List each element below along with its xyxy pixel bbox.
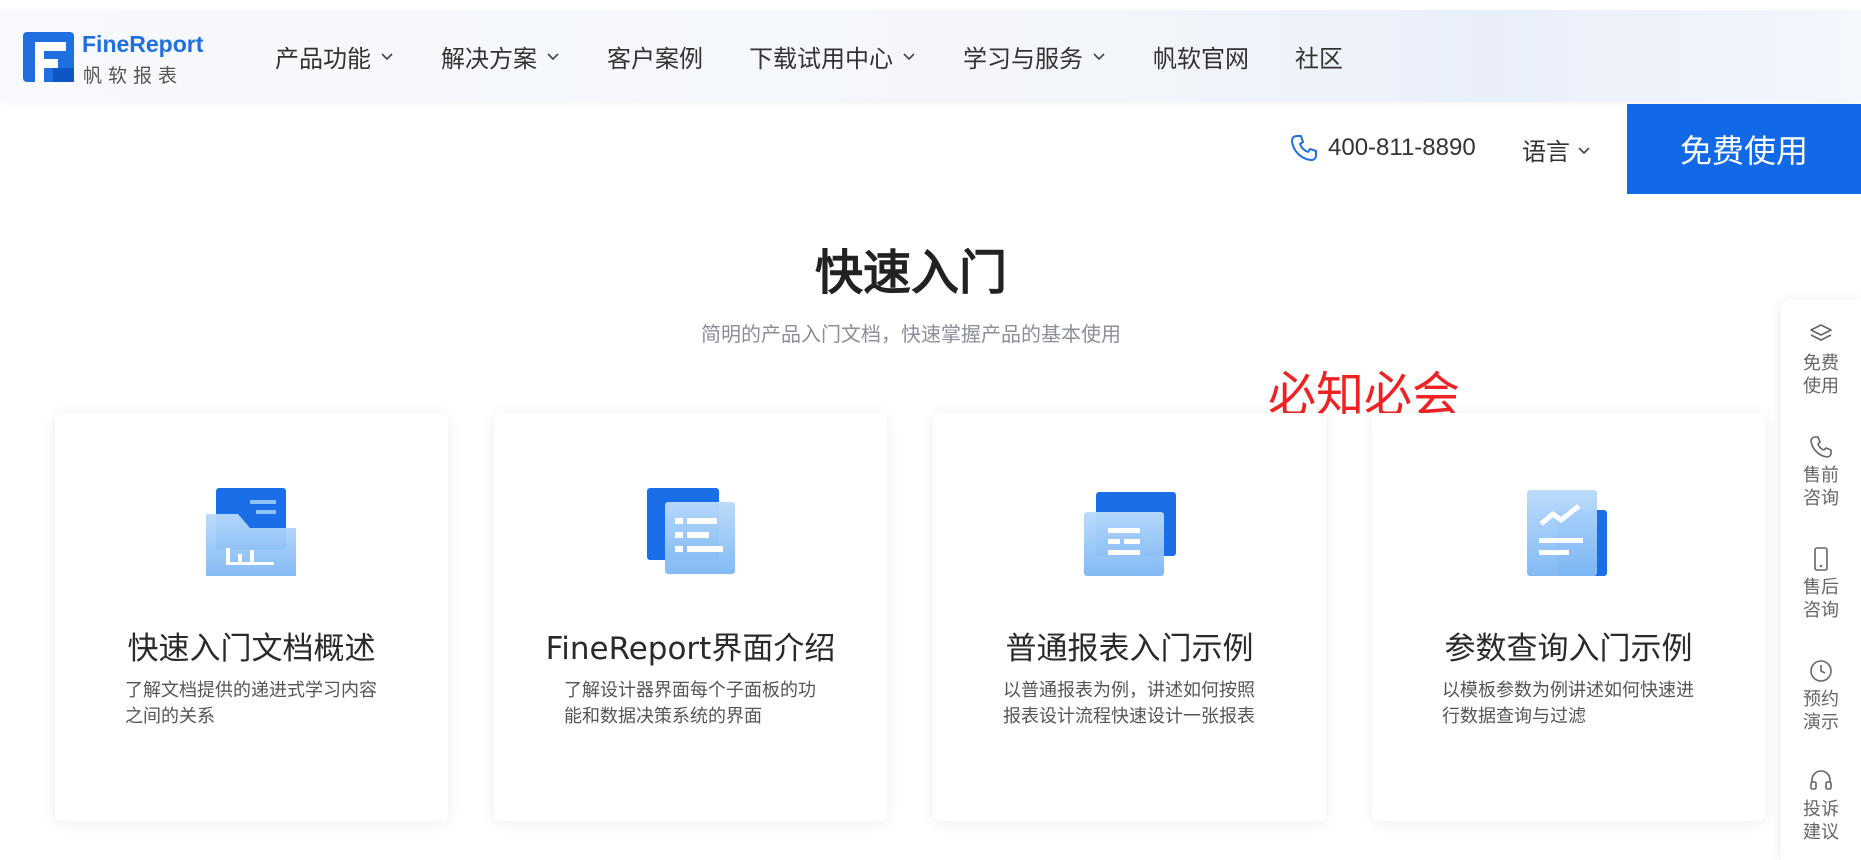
phone-icon: [1810, 436, 1832, 458]
language-selector[interactable]: 语言: [1522, 132, 1592, 167]
card-description: 了解设计器界面每个子面板的功能和数据决策系统的界面: [564, 680, 816, 727]
nav-item-label: 产品功能: [275, 44, 371, 73]
chevron-down-icon: [381, 53, 393, 61]
nav-item-label: 学习与服务: [963, 44, 1083, 73]
nav-item-cases[interactable]: 客户案例: [607, 39, 703, 74]
chevron-down-icon: [1093, 53, 1105, 61]
card-title: 参数查询入门示例: [1444, 631, 1693, 667]
main-nav: 产品功能 解决方案 客户案例 下载试用中心 学习与服务 帆软官网 社区: [275, 10, 1389, 102]
sidebar-item-label: 售后咨询: [1803, 577, 1839, 621]
nav-item-label: 解决方案: [441, 44, 537, 73]
sidebar-item-label: 售前咨询: [1803, 465, 1839, 509]
card-title: FineReport界面介绍: [545, 631, 836, 667]
interface-list-icon: [646, 488, 735, 574]
nav-item-solutions[interactable]: 解决方案: [441, 39, 561, 74]
phone-icon: [1291, 135, 1317, 161]
nav-item-community[interactable]: 社区: [1295, 39, 1343, 74]
nav-item-label: 帆软官网: [1153, 44, 1249, 73]
top-navigation: FineReport 帆软报表 产品功能 解决方案 客户案例 下载试用中心 学习…: [0, 10, 1861, 102]
logo-name-en: FineReport: [82, 31, 204, 57]
floating-sidebar: 免费使用 售前咨询 售后咨询 预约演示 投诉建议: [1781, 300, 1861, 860]
sidebar-item-label: 预约演示: [1803, 689, 1839, 733]
phone-number: 400-811-8890: [1328, 134, 1476, 161]
finereport-logo-icon: [23, 32, 74, 82]
headset-icon: [1810, 770, 1832, 790]
card-title: 普通报表入门示例: [1005, 631, 1254, 667]
card-report-example[interactable]: 普通报表入门示例 以普通报表为例，讲述如何按照报表设计流程快速设计一张报表: [933, 413, 1326, 821]
document-chart-icon: [205, 488, 296, 576]
sidebar-item-label: 投诉建议: [1803, 799, 1839, 843]
nav-item-learning[interactable]: 学习与服务: [963, 39, 1107, 74]
sidebar-item-presales[interactable]: 售前咨询: [1781, 434, 1861, 510]
card-parameter-query[interactable]: 参数查询入门示例 以模板参数为例讲述如何快速进行数据查询与过滤: [1372, 413, 1765, 821]
sidebar-item-free-trial[interactable]: 免费使用: [1781, 322, 1861, 398]
nav-item-product[interactable]: 产品功能: [275, 39, 395, 74]
nav-item-official-site[interactable]: 帆软官网: [1153, 39, 1249, 74]
card-description: 以模板参数为例讲述如何快速进行数据查询与过滤: [1442, 680, 1694, 727]
chevron-down-icon: [903, 53, 915, 61]
sidebar-item-label: 免费使用: [1803, 353, 1839, 397]
parameter-query-icon: [1526, 490, 1607, 576]
logo-name-cn: 帆软报表: [83, 65, 184, 87]
nav-item-download[interactable]: 下载试用中心: [749, 39, 917, 74]
nav-item-label: 社区: [1295, 44, 1343, 73]
nav-item-label: 客户案例: [607, 44, 703, 73]
page-subtitle: 简明的产品入门文档，快速掌握产品的基本使用: [701, 322, 1121, 346]
language-label: 语言: [1522, 138, 1570, 166]
phone-contact[interactable]: 400-811-8890: [1288, 132, 1476, 164]
chevron-down-icon: [547, 53, 559, 61]
nav-item-label: 下载试用中心: [749, 44, 893, 73]
card-quickstart-overview[interactable]: 快速入门文档概述 了解文档提供的递进式学习内容之间的关系: [55, 413, 448, 821]
logo[interactable]: FineReport 帆软报表: [23, 31, 204, 87]
layers-icon: [1810, 324, 1832, 341]
card-title: 快速入门文档概述: [127, 631, 376, 667]
card-interface-intro[interactable]: FineReport界面介绍 了解设计器界面每个子面板的功能和数据决策系统的界面: [494, 413, 887, 821]
page-title: 快速入门: [814, 245, 1007, 301]
sidebar-item-feedback[interactable]: 投诉建议: [1781, 768, 1861, 844]
chevron-down-icon: [1578, 146, 1590, 154]
card-description: 以普通报表为例，讲述如何按照报表设计流程快速设计一张报表: [1003, 680, 1255, 727]
free-trial-button[interactable]: 免费使用: [1627, 104, 1861, 194]
report-table-icon: [1083, 492, 1176, 576]
card-description: 了解文档提供的递进式学习内容之间的关系: [125, 680, 377, 727]
sidebar-item-aftersales[interactable]: 售后咨询: [1781, 546, 1861, 622]
mobile-icon: [1814, 547, 1828, 571]
sidebar-item-demo[interactable]: 预约演示: [1781, 658, 1861, 734]
clock-icon: [1810, 660, 1832, 682]
